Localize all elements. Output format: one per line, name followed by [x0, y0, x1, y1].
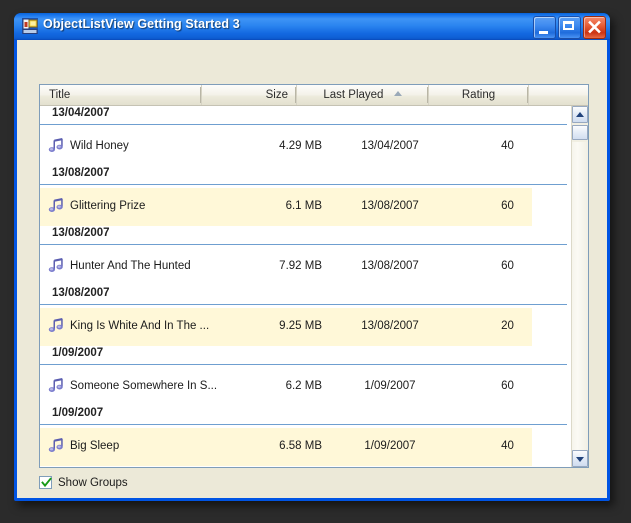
cell-rating: 60 — [460, 379, 555, 394]
chevron-down-icon — [576, 457, 584, 462]
column-header-filler — [529, 85, 588, 105]
column-header-last-played-label: Last Played — [323, 89, 383, 101]
column-header-rating[interactable]: Rating — [429, 85, 529, 105]
list-group-divider — [40, 364, 567, 365]
table-row[interactable]: Glittering Prize 6.1 MB 13/08/2007 60 — [40, 188, 571, 226]
cell-size: 7.92 MB — [220, 259, 322, 274]
cell-rating: 20 — [460, 319, 555, 334]
list-group-header[interactable]: 1/09/2007 — [40, 406, 571, 428]
scroll-up-button[interactable] — [572, 106, 588, 123]
cell-rating: 60 — [460, 199, 555, 214]
object-list-view[interactable]: Title Size Last Played Rating 13/04/20 — [39, 84, 589, 468]
table-row[interactable]: Hunter And The Hunted 7.92 MB 13/08/2007… — [40, 248, 571, 286]
show-groups-checkbox[interactable]: Show Groups — [39, 476, 128, 489]
list-group-divider — [40, 184, 567, 185]
listview-body: 13/04/2007 Wild Honey 4.29 MB 13/04/2007… — [40, 106, 571, 467]
cell-last-played: 13/08/2007 — [330, 319, 450, 334]
list-group-divider — [40, 424, 567, 425]
list-group-header[interactable]: 13/08/2007 — [40, 226, 571, 248]
minimize-button[interactable] — [533, 16, 556, 39]
window-controls — [533, 16, 606, 39]
listview-header-row: Title Size Last Played Rating — [40, 85, 588, 106]
sort-ascending-icon — [394, 91, 402, 96]
vertical-scrollbar[interactable] — [571, 106, 588, 467]
close-button[interactable] — [583, 16, 606, 39]
desktop-background: ObjectListView Getting Started 3 — [0, 0, 631, 523]
winforms-app-icon — [22, 18, 38, 34]
cell-last-played: 13/08/2007 — [330, 259, 450, 274]
list-group-header-label: 13/08/2007 — [52, 167, 110, 179]
cell-rating: 40 — [460, 139, 555, 154]
list-group-header-label: 13/08/2007 — [52, 287, 110, 299]
window-title: ObjectListView Getting Started 3 — [43, 17, 240, 31]
list-group-header-label: 1/09/2007 — [52, 407, 103, 419]
cell-last-played: 1/09/2007 — [330, 379, 450, 394]
cell-size: 6.1 MB — [220, 199, 322, 214]
window-title-bar[interactable]: ObjectListView Getting Started 3 — [14, 13, 610, 40]
column-header-title[interactable]: Title — [40, 85, 202, 105]
table-row[interactable]: Someone Somewhere In S... 6.2 MB 1/09/20… — [40, 368, 571, 406]
list-group-header[interactable]: 13/08/2007 — [40, 166, 571, 188]
cell-size: 9.25 MB — [220, 319, 322, 334]
list-group-header[interactable]: 1/09/2007 — [40, 346, 571, 368]
cell-title: Wild Honey — [70, 139, 220, 154]
cell-title: Someone Somewhere In S... — [70, 379, 220, 394]
scrollbar-track[interactable] — [572, 142, 588, 450]
cell-last-played: 13/04/2007 — [330, 139, 450, 154]
scroll-down-button[interactable] — [572, 450, 588, 467]
music-note-icon — [48, 257, 65, 274]
chevron-up-icon — [576, 112, 584, 117]
table-row[interactable]: Big Sleep 6.58 MB 1/09/2007 40 — [40, 428, 571, 466]
table-row[interactable]: Wild Honey 4.29 MB 13/04/2007 40 — [40, 128, 571, 166]
cell-title: Glittering Prize — [70, 199, 220, 214]
cell-size: 6.58 MB — [220, 439, 322, 454]
column-header-title-label: Title — [49, 89, 70, 101]
music-note-icon — [48, 317, 65, 334]
list-group-header[interactable]: 13/04/2007 — [40, 106, 571, 128]
cell-rating: 40 — [460, 439, 555, 454]
minimize-icon — [539, 31, 548, 34]
cell-rating: 60 — [460, 259, 555, 274]
cell-last-played: 1/09/2007 — [330, 439, 450, 454]
cell-title: King Is White And In The ... — [70, 319, 220, 334]
close-icon — [584, 17, 605, 38]
checkmark-icon — [41, 477, 52, 488]
list-group-header-label: 13/04/2007 — [52, 107, 110, 119]
music-note-icon — [48, 197, 65, 214]
cell-size: 6.2 MB — [220, 379, 322, 394]
column-header-rating-label: Rating — [462, 89, 495, 101]
cell-last-played: 13/08/2007 — [330, 199, 450, 214]
maximize-icon — [563, 21, 574, 30]
music-note-icon — [48, 137, 65, 154]
show-groups-label: Show Groups — [58, 477, 128, 489]
table-row[interactable]: King Is White And In The ... 9.25 MB 13/… — [40, 308, 571, 346]
maximize-button[interactable] — [558, 16, 581, 39]
list-group-divider — [40, 124, 567, 125]
list-group-header-label: 13/08/2007 — [52, 227, 110, 239]
list-group-header-label: 1/09/2007 — [52, 347, 103, 359]
music-note-icon — [48, 377, 65, 394]
cell-title: Big Sleep — [70, 439, 220, 454]
music-note-icon — [48, 437, 65, 454]
window-client-area: Title Size Last Played Rating 13/04/20 — [17, 40, 607, 498]
cell-size: 4.29 MB — [220, 139, 322, 154]
cell-title: Hunter And The Hunted — [70, 259, 220, 274]
column-header-size[interactable]: Size — [202, 85, 297, 105]
application-window: ObjectListView Getting Started 3 — [14, 13, 610, 501]
list-group-header[interactable]: 13/08/2007 — [40, 286, 571, 308]
column-header-size-label: Size — [266, 89, 288, 101]
list-group-divider — [40, 244, 567, 245]
list-group-divider — [40, 304, 567, 305]
column-header-last-played[interactable]: Last Played — [297, 85, 429, 105]
scrollbar-thumb[interactable] — [572, 125, 588, 140]
checkbox-box[interactable] — [39, 476, 52, 489]
